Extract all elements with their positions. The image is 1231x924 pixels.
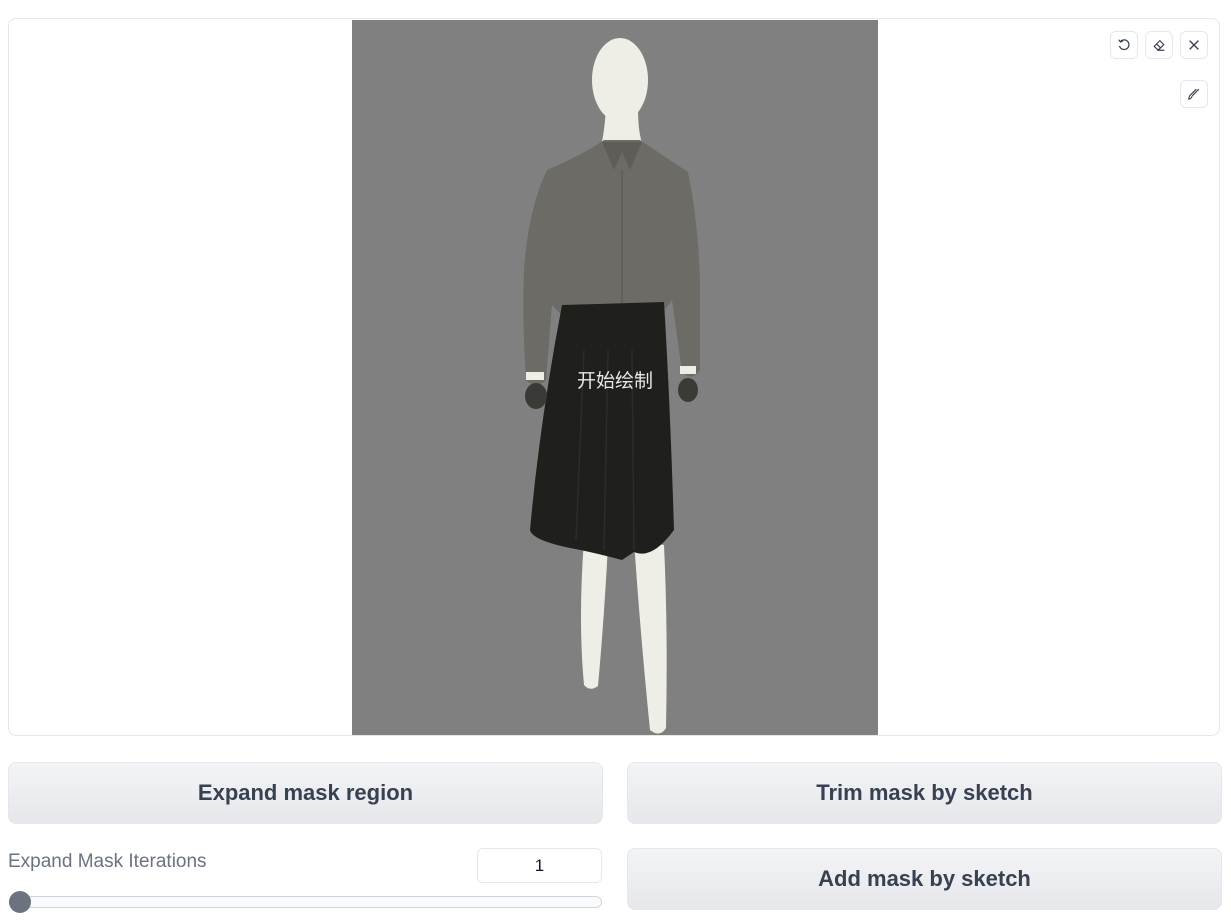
expand-iterations-input[interactable] [477, 848, 602, 883]
expand-iterations-slider-thumb[interactable] [9, 891, 31, 913]
mannequin-illustration [523, 38, 700, 734]
brush-icon [1188, 88, 1200, 100]
mannequin-image[interactable]: 开始绘制 [352, 20, 878, 735]
eraser-icon [1153, 39, 1165, 51]
add-mask-button[interactable]: Add mask by sketch [627, 848, 1222, 910]
close-icon [1189, 40, 1199, 50]
clear-button[interactable] [1180, 31, 1208, 59]
brush-button[interactable] [1180, 80, 1208, 108]
expand-iterations-label: Expand Mask Iterations [8, 851, 207, 872]
expand-mask-button[interactable]: Expand mask region [8, 762, 603, 824]
trim-mask-button[interactable]: Trim mask by sketch [627, 762, 1222, 824]
eraser-button[interactable] [1145, 31, 1173, 59]
undo-button[interactable] [1110, 31, 1138, 59]
expand-iterations-slider-track[interactable] [10, 896, 602, 908]
sketch-canvas-panel: 开始绘制 [8, 18, 1220, 736]
undo-icon [1118, 39, 1130, 51]
